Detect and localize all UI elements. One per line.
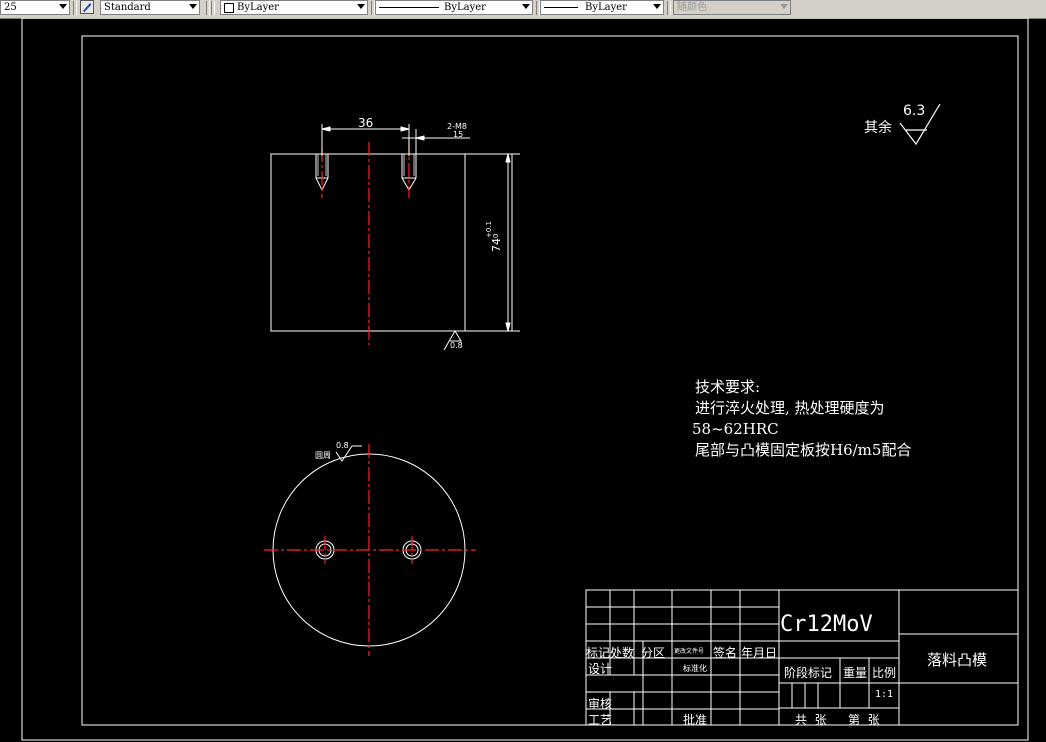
body-outline xyxy=(270,153,513,332)
part-name: 落料凸模 xyxy=(927,651,988,669)
dimension-74 xyxy=(505,153,520,332)
chevron-down-icon xyxy=(780,4,788,9)
review-label: 审核 xyxy=(588,697,613,711)
toolbar-separator xyxy=(667,1,671,15)
requirements-line-1: 进行淬火处理, 热处理硬度为 xyxy=(695,399,885,417)
total-sheets-label: 共 张 xyxy=(795,713,827,727)
front-view xyxy=(270,153,513,332)
linetype-sample-icon xyxy=(379,7,439,8)
chevron-down-icon xyxy=(189,4,197,9)
roughness-circ-value: 0.8 xyxy=(336,441,349,450)
lineweight-combo[interactable]: 25 xyxy=(0,0,70,15)
header-date: 年月日 xyxy=(741,646,778,660)
requirements-line-3: 尾部与凸模固定板按H6/m5配合 xyxy=(695,441,912,459)
top-view-centerlines xyxy=(264,444,476,656)
dimension-36-label: 36 xyxy=(358,116,374,130)
toolbar-separator xyxy=(206,1,210,15)
lineweight-value: 25 xyxy=(4,2,17,13)
lineweight-list-combo[interactable]: ByLayer xyxy=(540,0,664,15)
text-style-combo[interactable]: Standard xyxy=(100,0,200,15)
lineweight-sample-icon xyxy=(544,7,578,8)
chevron-down-icon xyxy=(357,4,365,9)
scale-label: 比例 xyxy=(872,666,897,680)
header-sign: 签名 xyxy=(713,646,738,660)
scale-value: 1:1 xyxy=(875,689,894,700)
stage-mark-label: 阶段标记 xyxy=(784,666,833,680)
chevron-down-icon xyxy=(522,4,530,9)
chevron-down-icon xyxy=(59,4,67,9)
tolerance-lower: 0 xyxy=(492,233,500,238)
linetype-value: ByLayer xyxy=(444,2,486,13)
technical-requirements: 技术要求: 进行淬火处理, 热处理硬度为 58~62HRC 尾部与凸模固定板按H… xyxy=(692,377,912,461)
requirements-title: 技术要求: xyxy=(695,378,761,396)
dimension-74-value: 74 xyxy=(490,238,503,252)
material-label: Cr12MoV xyxy=(780,612,873,637)
color-swatch-icon xyxy=(224,3,234,13)
dimension-thread-depth: 15 xyxy=(453,130,464,139)
header-zone: 分区 xyxy=(641,646,666,660)
weight-label: 重量 xyxy=(843,666,868,680)
header-change-doc: 更改文件号 xyxy=(674,648,705,655)
design-label: 设计 xyxy=(588,662,613,676)
toolbar-separator xyxy=(73,1,77,15)
toolbar-separator xyxy=(211,1,215,15)
sheet-number-label: 第 张 xyxy=(848,713,880,727)
front-view-thread-lines xyxy=(317,154,415,176)
text-style-value: Standard xyxy=(104,2,151,13)
approve-label: 批准 xyxy=(683,713,708,727)
dimension-74-label: 74+0.1 0 xyxy=(485,221,503,252)
properties-toolbar: 25 Standard ByLayer ByLayer ByLayer 随颜色 xyxy=(0,0,1046,19)
plot-style-value: 随颜色 xyxy=(677,2,707,13)
header-mark: 标记 xyxy=(586,646,611,660)
chevron-down-icon xyxy=(653,4,661,9)
lineweight-list-value: ByLayer xyxy=(585,2,627,13)
roughness-general-label: 其余 xyxy=(864,120,892,136)
color-combo[interactable]: ByLayer xyxy=(220,0,368,15)
process-label: 工艺 xyxy=(588,713,613,727)
linetype-combo[interactable]: ByLayer xyxy=(375,0,533,15)
roughness-general-value: 6.3 xyxy=(903,103,926,119)
plot-style-combo[interactable]: 随颜色 xyxy=(673,0,791,15)
header-count: 处数 xyxy=(610,646,635,660)
roughness-circ-label: 圆周 xyxy=(315,451,331,460)
color-value: ByLayer xyxy=(237,2,279,13)
requirements-line-2: 58~62HRC xyxy=(692,420,779,438)
standardize-label: 标准化 xyxy=(683,664,707,673)
text-style-icon[interactable] xyxy=(80,0,94,14)
roughness-bottom-value: 0.8 xyxy=(450,341,463,350)
front-view-centerlines xyxy=(321,140,410,345)
